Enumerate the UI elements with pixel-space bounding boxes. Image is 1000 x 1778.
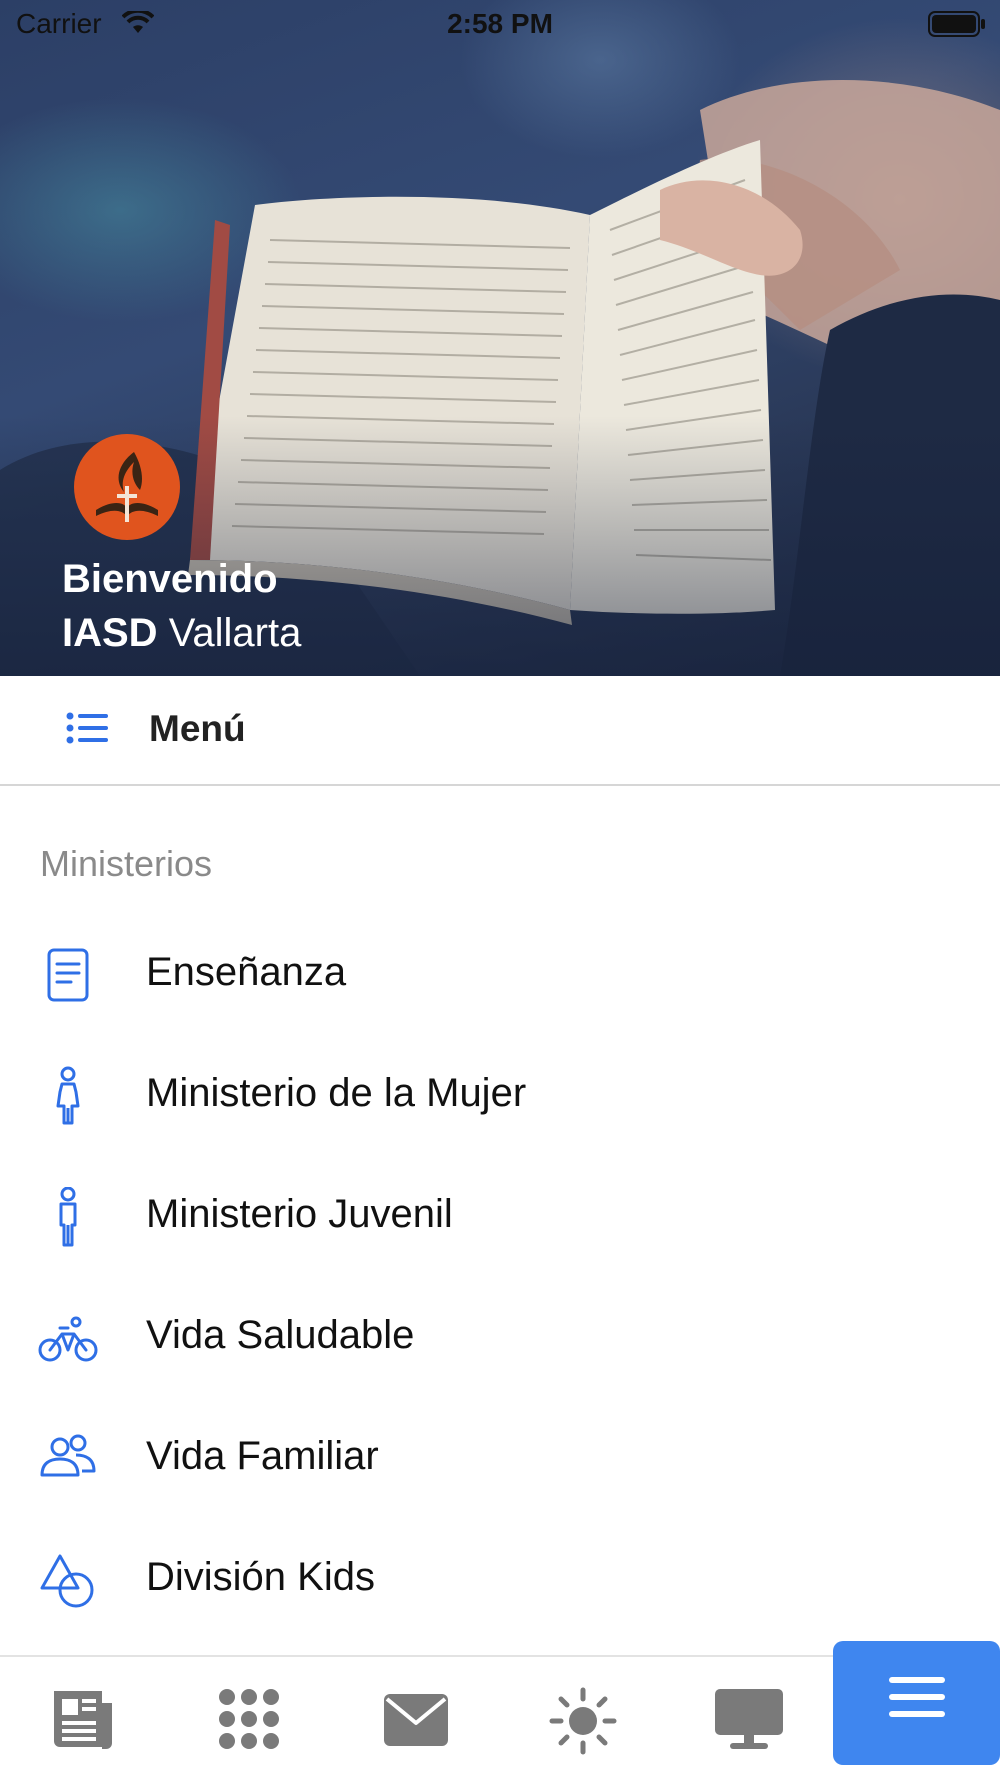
tab-devotional[interactable] (500, 1657, 666, 1778)
menu-item-vida-familiar[interactable]: Vida Familiar (0, 1397, 1000, 1518)
app-screen: Carrier 2:58 PM Bienvenido IASD Vallarta… (0, 0, 1000, 1778)
church-name-bold: IASD (62, 611, 158, 655)
tab-bar (0, 1641, 1000, 1778)
envelope-icon (384, 1694, 448, 1746)
tab-menu[interactable] (833, 1641, 1000, 1765)
menu-item-label: Ministerio Juvenil (146, 1192, 453, 1236)
status-time: 2:58 PM (447, 8, 553, 39)
menu-item-label: Ministerio de la Mujer (146, 1071, 527, 1115)
menu-item-ministerio-juvenil[interactable]: Ministerio Juvenil (0, 1155, 1000, 1276)
woman-icon (38, 1066, 98, 1126)
tab-messages[interactable] (333, 1657, 499, 1778)
welcome-heading: Bienvenido (62, 557, 278, 601)
menu-item-label: Vida Saludable (146, 1313, 415, 1357)
newspaper-icon (54, 1691, 112, 1749)
grid-dots-icon (219, 1689, 279, 1749)
church-name: IASD Vallarta (62, 606, 301, 660)
church-logo (74, 434, 180, 540)
man-icon (38, 1186, 98, 1247)
tab-news[interactable] (0, 1657, 166, 1778)
menu-item-label: Enseñanza (146, 950, 347, 994)
bicycle-icon (38, 1308, 98, 1368)
menu-title: Menú (149, 708, 246, 749)
menu-item-ministerio-mujer[interactable]: Ministerio de la Mujer (0, 1034, 1000, 1155)
monitor-icon (715, 1689, 783, 1749)
list-icon (66, 712, 108, 749)
menu-item-vida-saludable[interactable]: Vida Saludable (0, 1276, 1000, 1397)
people-icon (38, 1429, 98, 1489)
church-name-rest: Vallarta (157, 611, 302, 655)
menu-item-division-kids[interactable]: División Kids (0, 1518, 1000, 1639)
battery-icon (928, 11, 986, 44)
hero-banner: Carrier 2:58 PM Bienvenido IASD Vallarta (0, 0, 1000, 676)
menu-header: Menú (0, 676, 1000, 786)
tab-live[interactable] (666, 1657, 832, 1778)
sun-icon (549, 1687, 617, 1755)
tab-apps[interactable] (166, 1657, 332, 1778)
menu-item-label: División Kids (146, 1555, 375, 1599)
section-title: Ministerios (40, 843, 213, 884)
menu-item-ensenanza[interactable]: Enseñanza (0, 913, 1000, 1034)
ministries-list: Enseñanza Ministerio de la Mujer Ministe… (0, 913, 1000, 1639)
document-icon (38, 945, 98, 1005)
menu-item-label: Vida Familiar (146, 1434, 379, 1478)
shapes-icon (38, 1550, 98, 1610)
status-bar: Carrier 2:58 PM (0, 0, 1000, 50)
welcome-text: Bienvenido IASD Vallarta (62, 552, 301, 660)
hamburger-menu-icon (888, 1677, 945, 1717)
